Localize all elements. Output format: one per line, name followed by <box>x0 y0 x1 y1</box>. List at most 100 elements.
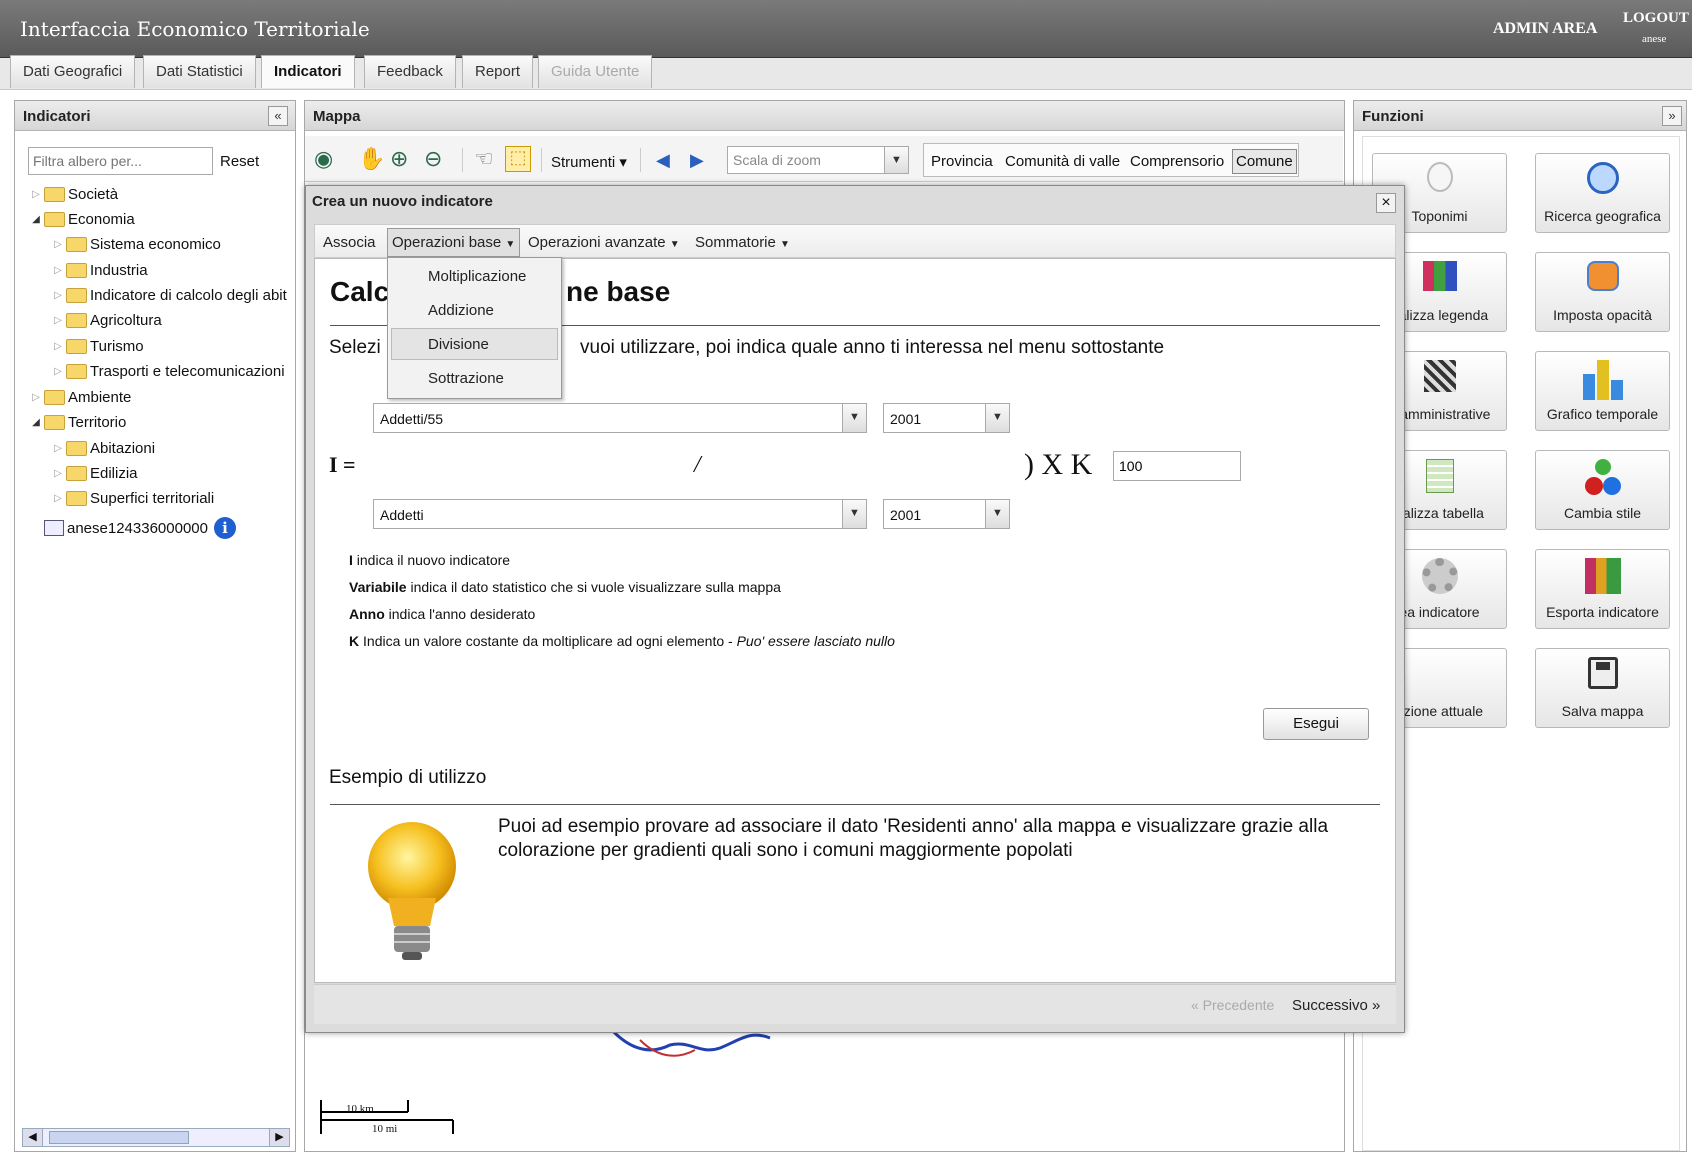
tree-filter-input[interactable] <box>28 147 213 175</box>
tab-indicatori[interactable]: Indicatori <box>261 55 355 88</box>
tree-node-territorio[interactable]: ◢ Territorio <box>28 410 126 434</box>
formula-i-label: I = <box>329 452 356 477</box>
expand-icon[interactable]: ▷ <box>50 315 66 326</box>
tree-node-abitazioni[interactable]: ▷ Abitazioni <box>50 436 155 460</box>
ricerca-geografica-button[interactable]: Ricerca geografica <box>1535 153 1670 233</box>
menu-associa[interactable]: Associa <box>323 234 376 251</box>
level-comune-button[interactable]: Comune <box>1232 149 1297 174</box>
tab-dati-geografici[interactable]: Dati Geografici <box>10 55 136 88</box>
tab-guida-utente[interactable]: Guida Utente <box>538 55 653 88</box>
expand-icon[interactable]: ▷ <box>50 265 66 276</box>
logout-link[interactable]: LOGOUT <box>1623 10 1689 27</box>
app-title: Interfaccia Economico Territoriale <box>20 17 370 41</box>
collapse-left-button[interactable]: « <box>268 106 288 126</box>
identify-icon[interactable]: ☜ <box>474 146 494 172</box>
folder-icon <box>66 287 87 303</box>
esporta-indicatore-button[interactable]: Esporta indicatore <box>1535 549 1670 629</box>
expand-icon[interactable]: ▷ <box>50 443 66 454</box>
expand-icon[interactable]: ▷ <box>50 341 66 352</box>
pan-hand-icon[interactable]: ✋ <box>358 146 385 172</box>
level-provincia-button[interactable]: Provincia <box>931 153 993 170</box>
collapse-icon[interactable]: ◢ <box>28 214 44 225</box>
level-comprensorio-button[interactable]: Comprensorio <box>1130 153 1224 170</box>
imposta-opacita-button[interactable]: Imposta opacità <box>1535 252 1670 332</box>
folder-icon <box>66 236 87 252</box>
tab-feedback[interactable]: Feedback <box>364 55 456 88</box>
expand-icon[interactable]: ▷ <box>28 189 44 200</box>
tree-node-industria[interactable]: ▷ Industria <box>50 258 147 282</box>
reset-filter-button[interactable]: Reset <box>215 148 264 175</box>
tree-node-turismo[interactable]: ▷ Turismo <box>50 334 143 358</box>
forward-arrow-icon[interactable]: ▶ <box>690 150 704 171</box>
scroll-right-icon[interactable]: ▶ <box>269 1129 289 1146</box>
esegui-button[interactable]: Esegui <box>1263 708 1369 740</box>
cambia-stile-button[interactable]: Cambia stile <box>1535 450 1670 530</box>
chevron-down-icon[interactable]: ▼ <box>884 147 908 173</box>
tree-node-agricoltura[interactable]: ▷ Agricoltura <box>50 308 162 332</box>
floppy-disk-icon <box>1536 657 1669 699</box>
expand-icon[interactable]: ▷ <box>50 239 66 250</box>
formula-division-sign: / <box>694 452 701 478</box>
chevron-down-icon[interactable]: ▼ <box>842 404 866 432</box>
expand-icon[interactable]: ▷ <box>50 366 66 377</box>
previous-button[interactable]: « Precedente <box>1191 997 1274 1013</box>
numerator-variable-select[interactable]: Addetti/55 ▼ <box>373 403 867 433</box>
folder-open-icon <box>44 414 65 430</box>
tree-node-ambiente[interactable]: ▷ Ambiente <box>28 385 131 409</box>
option-addizione[interactable]: Addizione <box>428 302 494 319</box>
tree-node-economia[interactable]: ◢ Economia <box>28 207 135 231</box>
example-title: Esempio di utilizzo <box>329 767 487 788</box>
magnifier-icon <box>1536 162 1669 204</box>
back-arrow-icon[interactable]: ◀ <box>656 150 670 171</box>
tree-node-indicatore-calcolo[interactable]: ▷ Indicatore di calcolo degli abit <box>50 283 292 307</box>
tree-node-trasporti[interactable]: ▷ Trasporti e telecomunicazioni <box>50 359 292 383</box>
option-sottrazione[interactable]: Sottrazione <box>428 370 504 387</box>
collapse-icon[interactable]: ◢ <box>28 417 44 428</box>
indicators-panel-title: Indicatori <box>15 101 295 131</box>
admin-area-link[interactable]: ADMIN AREA <box>1493 20 1597 38</box>
option-moltiplicazione[interactable]: Moltiplicazione <box>428 268 526 285</box>
salva-mappa-button[interactable]: Salva mappa <box>1535 648 1670 728</box>
level-comunita-button[interactable]: Comunità di valle <box>1005 153 1120 170</box>
scroll-thumb[interactable] <box>49 1131 189 1144</box>
folder-icon <box>66 363 87 379</box>
tab-report[interactable]: Report <box>462 55 534 88</box>
tree-node-societa[interactable]: ▷ Società <box>28 182 118 206</box>
export-books-icon <box>1536 558 1669 600</box>
tree-leaf-indicator[interactable]: anese124336000000 i <box>44 516 236 540</box>
close-icon[interactable]: × <box>1376 193 1396 213</box>
menu-operazioni-base[interactable]: Operazioni base ▼ <box>387 228 521 257</box>
zoom-out-icon[interactable]: ⊖ <box>424 146 442 172</box>
chevron-down-icon[interactable]: ▼ <box>842 500 866 528</box>
next-button[interactable]: Successivo » <box>1292 997 1380 1014</box>
zoom-scale-select[interactable]: Scala di zoom ▼ <box>727 146 909 174</box>
option-divisione[interactable]: Divisione <box>428 336 489 353</box>
collapse-right-button[interactable]: » <box>1662 106 1682 126</box>
denominator-year-select[interactable]: 2001 ▼ <box>883 499 1010 529</box>
strumenti-menu[interactable]: Strumenti ▾ <box>551 153 627 171</box>
menu-sommatorie[interactable]: Sommatorie ▼ <box>695 234 790 251</box>
expand-icon[interactable]: ▷ <box>28 392 44 403</box>
tree-node-sistema-economico[interactable]: ▷ Sistema economico <box>50 232 221 256</box>
expand-icon[interactable]: ▷ <box>50 493 66 504</box>
horizontal-scrollbar[interactable]: ◀ ▶ <box>22 1128 290 1147</box>
select-feature-icon[interactable]: ⬚ <box>505 146 531 172</box>
expand-icon[interactable]: ▷ <box>50 468 66 479</box>
grafico-temporale-button[interactable]: Grafico temporale <box>1535 351 1670 431</box>
k-constant-input[interactable] <box>1113 451 1241 481</box>
numerator-year-select[interactable]: 2001 ▼ <box>883 403 1010 433</box>
tree-node-superfici[interactable]: ▷ Superfici territoriali <box>50 486 214 510</box>
zoom-in-icon[interactable]: ⊕ <box>390 146 408 172</box>
expand-icon[interactable]: ▷ <box>50 290 66 301</box>
legend-line-anno: Anno indica l'anno desiderato <box>349 606 536 622</box>
tree-node-edilizia[interactable]: ▷ Edilizia <box>50 461 137 485</box>
toolbar-separator <box>462 148 463 172</box>
chevron-down-icon[interactable]: ▼ <box>985 404 1009 432</box>
zoom-extent-icon[interactable]: ◉ <box>314 146 333 172</box>
tab-dati-statistici[interactable]: Dati Statistici <box>143 55 256 88</box>
info-icon[interactable]: i <box>213 517 236 539</box>
denominator-variable-select[interactable]: Addetti ▼ <box>373 499 867 529</box>
scroll-left-icon[interactable]: ◀ <box>23 1129 43 1146</box>
menu-operazioni-avanzate[interactable]: Operazioni avanzate ▼ <box>528 234 680 251</box>
chevron-down-icon[interactable]: ▼ <box>985 500 1009 528</box>
